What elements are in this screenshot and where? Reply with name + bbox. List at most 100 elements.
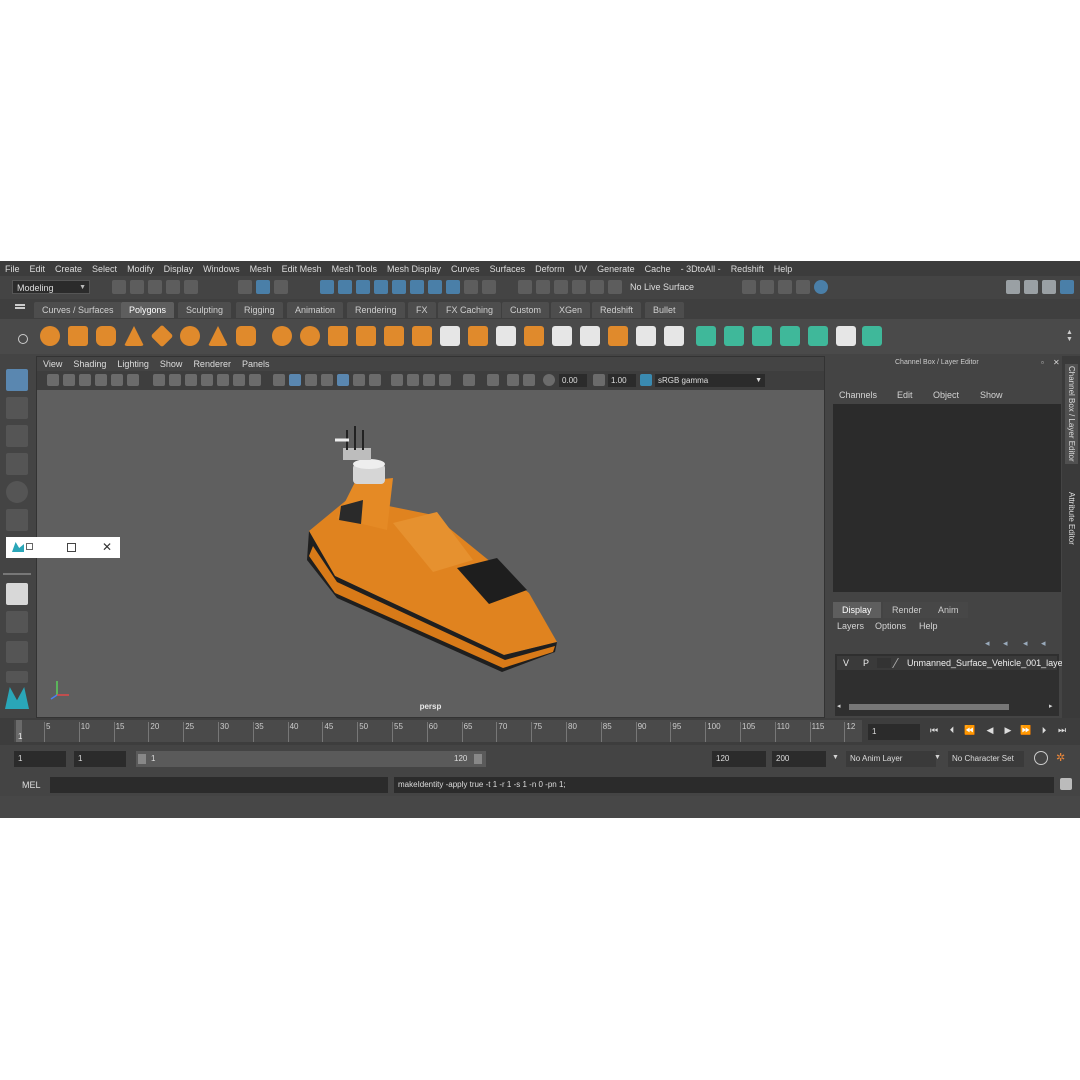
layer-tab-anim[interactable]: Anim: [929, 602, 968, 618]
select-highlight-icon[interactable]: [482, 280, 496, 294]
append-polygon-icon[interactable]: [608, 326, 628, 346]
wireframe-on-shaded-icon[interactable]: [305, 374, 317, 386]
move-layer-down-icon[interactable]: ◂: [1003, 638, 1008, 649]
quad-draw-icon[interactable]: [524, 326, 544, 346]
menu-mesh[interactable]: Mesh: [245, 264, 277, 274]
layer-scrollbar[interactable]: ◂ ▸: [837, 702, 1057, 712]
lock-icon[interactable]: [464, 280, 478, 294]
scroll-thumb[interactable]: [849, 704, 1009, 710]
range-slider-end-handle[interactable]: [474, 754, 482, 764]
select-tool-icon[interactable]: [6, 369, 28, 391]
close-icon[interactable]: ✕: [102, 540, 112, 554]
select-edge-icon[interactable]: [338, 280, 352, 294]
single-perspective-layout-icon[interactable]: [6, 583, 28, 605]
exposure-icon[interactable]: [543, 374, 555, 386]
hypershade-icon[interactable]: [796, 280, 810, 294]
preferences-icon[interactable]: ✲: [1056, 751, 1065, 764]
shadows-icon[interactable]: [353, 374, 365, 386]
layer-tab-display[interactable]: Display: [833, 602, 881, 618]
select-vertex-face-icon[interactable]: [392, 280, 406, 294]
layer-row[interactable]: V P Unmanned_Surface_Vehicle_001_laye: [837, 656, 1063, 670]
modeling-toolkit-icon[interactable]: [1006, 280, 1020, 294]
channel-box-menu-show[interactable]: Show: [980, 390, 1003, 400]
poly-cone-icon[interactable]: [124, 326, 144, 346]
shelf-tab-animation[interactable]: Animation: [287, 302, 344, 318]
menu-windows[interactable]: Windows: [198, 264, 245, 274]
playback-start-field[interactable]: 1: [74, 751, 126, 767]
layer-name[interactable]: Unmanned_Surface_Vehicle_001_laye: [907, 658, 1063, 668]
layer-playback-toggle[interactable]: P: [863, 658, 869, 668]
select-object-icon[interactable]: [256, 280, 270, 294]
play-forwards-icon[interactable]: ▶: [1002, 724, 1014, 736]
command-language-toggle[interactable]: MEL: [22, 780, 41, 790]
layer-color-icon[interactable]: [892, 658, 907, 668]
mirror-icon[interactable]: [664, 326, 684, 346]
film-gate-icon[interactable]: [169, 374, 181, 386]
menu-mesh-display[interactable]: Mesh Display: [382, 264, 446, 274]
layer-menu-help[interactable]: Help: [919, 621, 938, 631]
insert-edge-loop-icon[interactable]: [552, 326, 572, 346]
command-input[interactable]: [50, 777, 388, 793]
uv-editor-icon[interactable]: [836, 326, 856, 346]
extrude-icon[interactable]: [356, 326, 376, 346]
backface-culling-icon[interactable]: [523, 374, 535, 386]
xray-joints-icon[interactable]: [507, 374, 519, 386]
smooth-shade-icon[interactable]: [289, 374, 301, 386]
field-chart-icon[interactable]: [217, 374, 229, 386]
save-scene-icon[interactable]: [148, 280, 162, 294]
select-uv-icon[interactable]: [374, 280, 388, 294]
menu-edit[interactable]: Edit: [25, 264, 51, 274]
poly-cylinder-icon[interactable]: [96, 326, 116, 346]
scale-tool-icon[interactable]: [6, 509, 28, 531]
use-all-lights-icon[interactable]: [337, 374, 349, 386]
uv-spherical-icon[interactable]: [752, 326, 772, 346]
viewport-menu-renderer[interactable]: Renderer: [187, 359, 236, 369]
safe-action-icon[interactable]: [233, 374, 245, 386]
viewport-menu-lighting[interactable]: Lighting: [111, 359, 154, 369]
poly-cube-icon[interactable]: [68, 326, 88, 346]
channel-box-menu-edit[interactable]: Edit: [897, 390, 913, 400]
range-slider-start-handle[interactable]: [138, 754, 146, 764]
uv-layout-icon[interactable]: [862, 326, 882, 346]
menu-curves[interactable]: Curves: [446, 264, 485, 274]
scroll-right-icon[interactable]: ▸: [1049, 702, 1053, 710]
animation-start-field[interactable]: 1: [14, 751, 66, 767]
shelf-tab-polygons[interactable]: Polygons: [121, 302, 175, 318]
step-forward-frame-icon[interactable]: ⏵: [1038, 724, 1050, 736]
playback-end-field[interactable]: 120: [712, 751, 766, 767]
shelf-tab-rigging[interactable]: Rigging: [236, 302, 283, 318]
select-vertex-icon[interactable]: [320, 280, 334, 294]
play-backwards-icon[interactable]: ◀: [984, 724, 996, 736]
viewport-menu-shading[interactable]: Shading: [67, 359, 111, 369]
shelf-tab-rendering[interactable]: Rendering: [347, 302, 405, 318]
isolate-select-icon[interactable]: [439, 374, 451, 386]
step-back-key-icon[interactable]: ⏪: [964, 724, 976, 736]
color-management-icon[interactable]: [640, 374, 652, 386]
channel-box-menu-object[interactable]: Object: [933, 390, 959, 400]
camera-attributes-icon[interactable]: [63, 374, 75, 386]
persp-graph-layout-icon[interactable]: [6, 671, 28, 683]
outliner-layout-icon[interactable]: [6, 641, 28, 663]
anti-aliasing-icon[interactable]: [407, 374, 419, 386]
channel-box-menu-channels[interactable]: Channels: [839, 390, 877, 400]
render-settings-icon[interactable]: [778, 280, 792, 294]
animation-end-field[interactable]: 200: [772, 751, 826, 767]
bookmarks-icon[interactable]: [79, 374, 91, 386]
safe-title-icon[interactable]: [249, 374, 261, 386]
select-component-icon[interactable]: [274, 280, 288, 294]
bevel-icon[interactable]: [412, 326, 432, 346]
offset-edge-loop-icon[interactable]: [580, 326, 600, 346]
shelf-tab-fx[interactable]: FX: [408, 302, 436, 318]
go-to-start-icon[interactable]: ⏮: [928, 724, 940, 736]
grease-pencil-icon[interactable]: [127, 374, 139, 386]
exposure-field[interactable]: 0.00: [559, 374, 587, 387]
grid-icon[interactable]: [153, 374, 165, 386]
render-view-icon[interactable]: [814, 280, 828, 294]
multi-component-icon[interactable]: [410, 280, 424, 294]
lasso-tool-icon[interactable]: [6, 397, 28, 419]
uv-automatic-icon[interactable]: [780, 326, 800, 346]
live-surface-label[interactable]: No Live Surface: [630, 282, 694, 292]
shelf-settings-icon[interactable]: [18, 334, 28, 344]
select-camera-icon[interactable]: [47, 374, 59, 386]
viewport-menu-panels[interactable]: Panels: [236, 359, 275, 369]
